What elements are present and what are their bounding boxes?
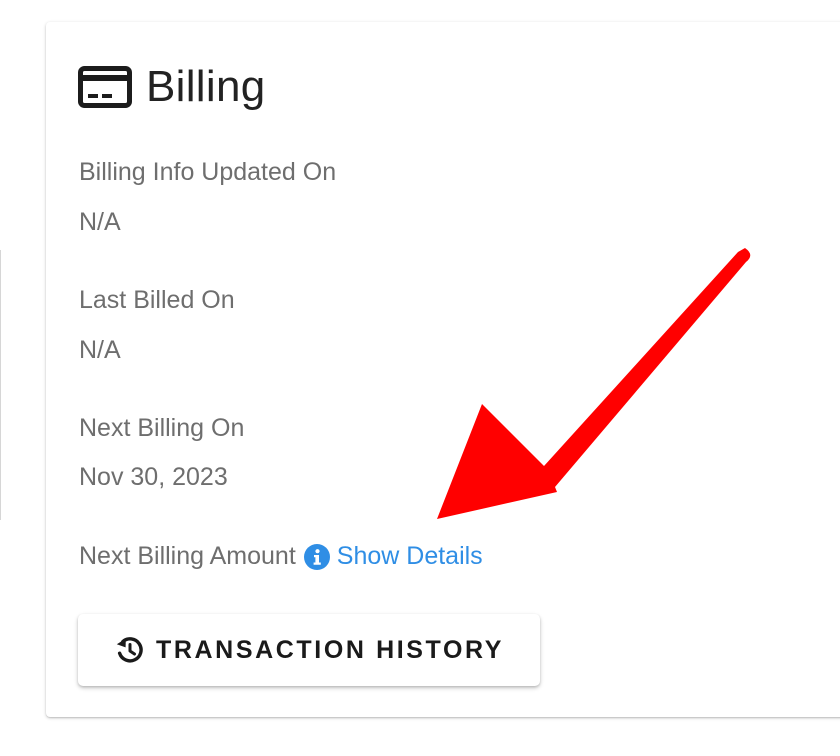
next-billing-amount-row: Next Billing Amount Show Details [79, 542, 483, 571]
page: Billing Billing Info Updated On N/A Last… [0, 0, 840, 756]
last-billed-label: Last Billed On [79, 286, 235, 314]
card-header: Billing [78, 62, 266, 112]
next-billing-label: Next Billing On [79, 414, 245, 442]
history-icon [116, 637, 143, 663]
next-billing-value: Nov 30, 2023 [79, 463, 228, 491]
billing-card: Billing Billing Info Updated On N/A Last… [46, 22, 840, 717]
last-billed-value: N/A [79, 336, 121, 364]
billing-info-updated-label: Billing Info Updated On [79, 158, 337, 186]
next-billing-amount-label: Next Billing Amount [79, 542, 296, 570]
transaction-history-label: TRANSACTION HISTORY [155, 635, 505, 664]
show-details-link[interactable]: Show Details [337, 542, 483, 571]
info-circle-icon[interactable] [303, 543, 330, 570]
transaction-history-button[interactable]: TRANSACTION HISTORY [78, 614, 540, 686]
billing-info-updated-value: N/A [79, 208, 121, 236]
adjacent-panel-edge [0, 250, 1, 520]
card-title: Billing [146, 62, 266, 111]
credit-card-icon [78, 66, 132, 108]
